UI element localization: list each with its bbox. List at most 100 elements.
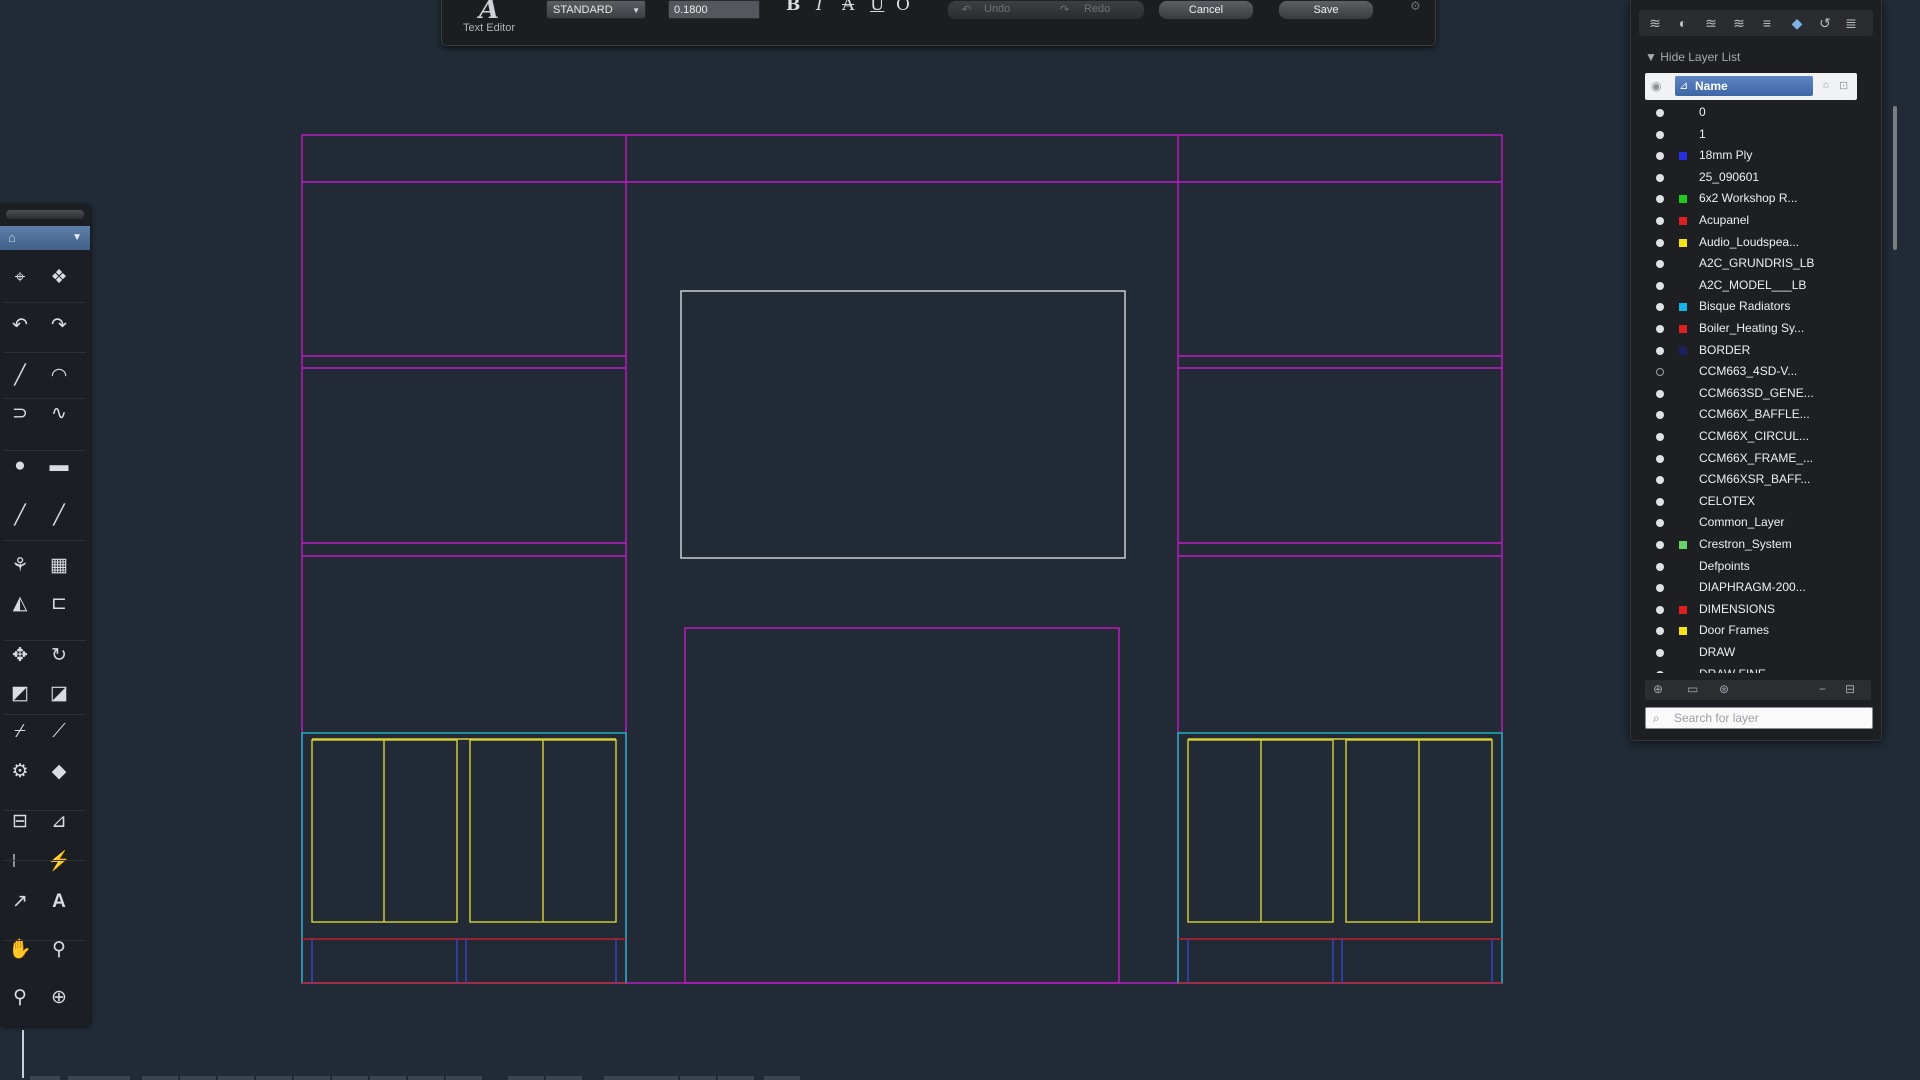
status-button[interactable] xyxy=(218,1076,254,1080)
layer-visibility-toggle[interactable] xyxy=(1656,238,1664,247)
extend-icon[interactable]: ⟋ xyxy=(44,717,74,747)
ray-icon[interactable]: ╱ xyxy=(44,501,74,531)
layer-search-input[interactable]: ⌕ Search for layer xyxy=(1645,707,1873,729)
undo-icon[interactable]: ↶ xyxy=(5,311,35,341)
palette-workspace-dropdown[interactable]: ⌂ ▼ xyxy=(0,226,90,250)
status-button[interactable] xyxy=(294,1076,330,1080)
layer-color-swatch[interactable] xyxy=(1679,627,1687,636)
xline-icon[interactable]: ╱ xyxy=(5,501,35,531)
layer-color-swatch[interactable] xyxy=(1679,605,1687,614)
layer-lock-icon[interactable]: ≣ xyxy=(1839,13,1863,33)
layer-isolate-icon[interactable]: ≊ xyxy=(1699,13,1723,33)
redo-icon[interactable]: ↷ xyxy=(44,311,74,341)
cube-icon[interactable]: ❖ xyxy=(44,263,74,293)
layer-color-swatch[interactable] xyxy=(1679,152,1687,161)
layer-row[interactable]: CCM66X_BAFFLE... xyxy=(1645,405,1857,426)
leader-icon[interactable]: ↗ xyxy=(5,887,35,917)
polyline-icon[interactable]: ⊃ xyxy=(5,399,35,429)
bold-button[interactable]: B xyxy=(786,0,800,15)
linear-dimension-icon[interactable]: ⊟ xyxy=(5,807,35,837)
layer-row[interactable]: DRAW FINE xyxy=(1645,665,1857,673)
layer-row[interactable]: A2C_MODEL___LB xyxy=(1645,276,1857,297)
redo-button[interactable]: Redo xyxy=(1084,3,1110,15)
layer-row[interactable]: BORDER xyxy=(1645,341,1857,362)
status-button[interactable] xyxy=(142,1076,178,1080)
layer-row[interactable]: DIMENSIONS xyxy=(1645,600,1857,621)
rectangle-icon[interactable]: ▬ xyxy=(44,451,74,481)
status-button[interactable] xyxy=(718,1076,754,1080)
layer-row[interactable]: Door Frames xyxy=(1645,621,1857,642)
layer-row[interactable]: 25_090601 xyxy=(1645,168,1857,189)
layer-unisolate-icon[interactable]: ≋ xyxy=(1727,13,1751,33)
zoom-icon[interactable]: ⚲ xyxy=(5,983,35,1013)
layer-row[interactable]: CCM66XSR_BAFF... xyxy=(1645,470,1857,491)
layer-color-swatch[interactable] xyxy=(1679,325,1687,333)
new-layer-icon[interactable]: ⊕ xyxy=(1653,682,1663,696)
strikethrough-button[interactable]: A xyxy=(842,0,854,15)
explode-icon[interactable]: ⚙ xyxy=(5,757,35,787)
layer-row[interactable]: 1 xyxy=(1645,125,1857,146)
layer-color-swatch[interactable] xyxy=(1679,346,1687,355)
layer-visibility-toggle[interactable] xyxy=(1656,541,1664,549)
layer-visibility-toggle[interactable] xyxy=(1656,195,1664,204)
status-button[interactable] xyxy=(180,1076,216,1080)
layer-visibility-toggle[interactable] xyxy=(1656,281,1664,290)
layer-row[interactable]: Boiler_Heating Sy... xyxy=(1645,319,1857,340)
layer-row[interactable]: Crestron_System xyxy=(1645,535,1857,556)
freeze-column-icon[interactable]: ☼ xyxy=(1821,79,1831,91)
layer-visibility-toggle[interactable] xyxy=(1656,217,1664,225)
array-icon[interactable]: ▦ xyxy=(44,551,74,581)
circle-icon[interactable]: ● xyxy=(5,451,35,481)
layer-row[interactable]: CCM663_4SD-V... xyxy=(1645,362,1857,383)
layer-list-scrollbar[interactable] xyxy=(1893,106,1897,250)
scale-icon[interactable]: ◩ xyxy=(5,679,35,709)
delete-layer-icon[interactable]: − xyxy=(1819,682,1826,696)
status-button[interactable] xyxy=(68,1076,130,1080)
layer-visibility-toggle[interactable] xyxy=(1656,584,1664,593)
layer-row[interactable]: CCM66X_CIRCUL... xyxy=(1645,427,1857,448)
zoom-extents-icon[interactable]: ⊕ xyxy=(44,983,74,1013)
lock-column-icon[interactable]: ⊡ xyxy=(1839,79,1848,92)
status-button[interactable] xyxy=(30,1076,60,1080)
palette-drag-handle[interactable] xyxy=(6,210,84,219)
layer-filter-icon[interactable]: ⊛ xyxy=(1719,682,1729,696)
layer-new-icon[interactable]: ≋ xyxy=(1643,13,1667,33)
new-group-icon[interactable]: ▭ xyxy=(1687,682,1698,696)
layer-previous-icon[interactable]: ↺ xyxy=(1813,13,1837,33)
layer-visibility-toggle[interactable] xyxy=(1656,346,1664,355)
arc-icon[interactable]: ◠ xyxy=(44,361,74,391)
trim-icon[interactable]: ⌿ xyxy=(5,717,35,747)
offset-icon[interactable]: ⊏ xyxy=(44,589,74,619)
status-button[interactable] xyxy=(764,1076,800,1080)
layer-visibility-toggle[interactable] xyxy=(1656,519,1664,528)
layer-row[interactable]: 0 xyxy=(1645,103,1857,124)
layer-visibility-toggle[interactable] xyxy=(1656,325,1664,333)
layer-visibility-toggle[interactable] xyxy=(1656,497,1664,506)
layer-visibility-toggle[interactable] xyxy=(1656,303,1664,312)
layer-row[interactable]: CCM663SD_GENE... xyxy=(1645,384,1857,405)
text-icon[interactable]: A xyxy=(44,887,74,917)
layer-visibility-toggle[interactable] xyxy=(1656,454,1664,463)
status-button[interactable] xyxy=(680,1076,716,1080)
layer-row[interactable]: CCM66X_FRAME_... xyxy=(1645,449,1857,470)
layer-match-icon[interactable]: ◆ xyxy=(1785,13,1809,33)
layer-visibility-toggle[interactable] xyxy=(1656,562,1664,571)
layer-row[interactable]: Acupanel xyxy=(1645,211,1857,232)
italic-button[interactable]: I xyxy=(816,0,823,15)
layer-row[interactable]: 18mm Ply xyxy=(1645,146,1857,167)
layer-visibility-toggle[interactable] xyxy=(1656,411,1664,420)
status-button[interactable] xyxy=(546,1076,582,1080)
baseline-dimension-icon[interactable]: ⊢ xyxy=(5,847,35,877)
stretch-icon[interactable]: ◪ xyxy=(44,679,74,709)
layer-visibility-toggle[interactable] xyxy=(1656,433,1664,441)
visibility-column-icon[interactable]: ◉ xyxy=(1651,79,1661,93)
layer-color-swatch[interactable] xyxy=(1679,217,1687,225)
layer-color-swatch[interactable] xyxy=(1679,195,1687,204)
save-button[interactable]: Save xyxy=(1278,0,1374,20)
status-button[interactable] xyxy=(446,1076,482,1080)
erase-icon[interactable]: ◆ xyxy=(44,757,74,787)
quick-dimension-icon[interactable]: ⚡ xyxy=(44,847,74,877)
point-icon[interactable]: ⌖ xyxy=(5,263,35,293)
layer-options-icon[interactable]: ⊟ xyxy=(1845,682,1855,696)
group-icon[interactable]: ⚘ xyxy=(5,551,35,581)
